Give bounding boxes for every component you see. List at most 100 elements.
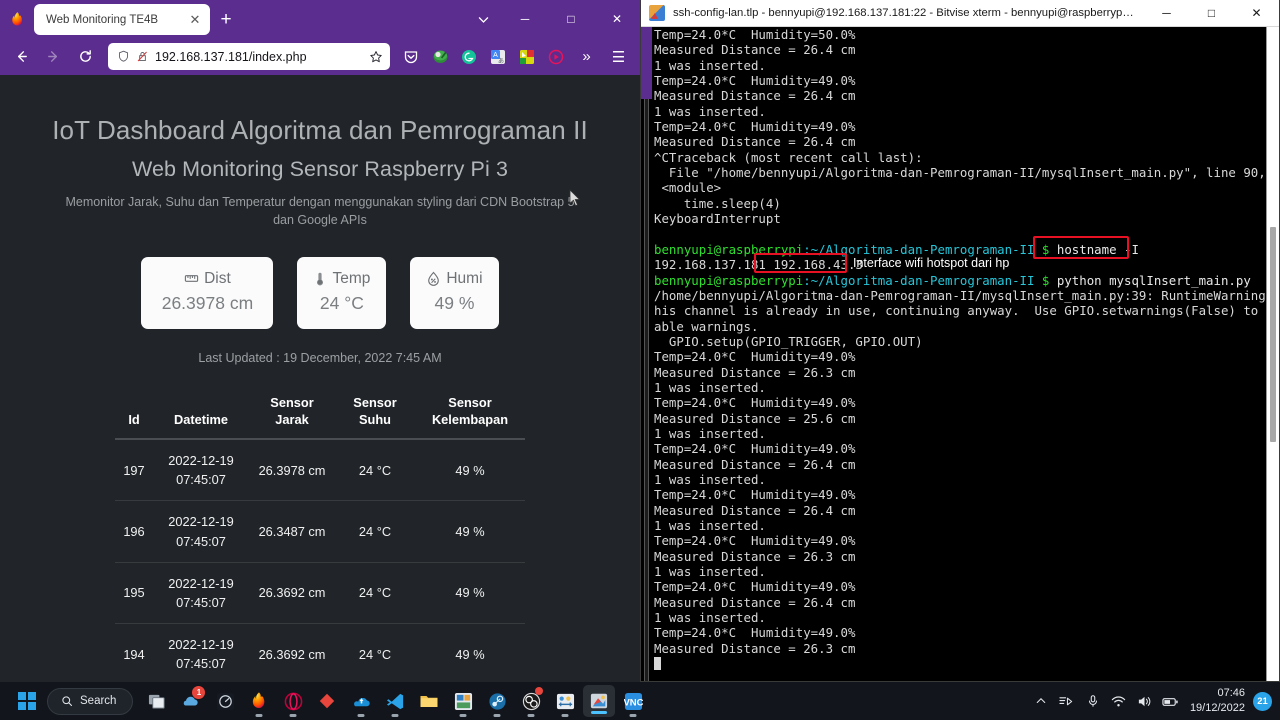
bitvise-taskbar-button[interactable] (583, 685, 615, 717)
terminal-line: 1 was inserted. (654, 472, 766, 487)
address-bar[interactable]: 192.168.137.181/index.php (108, 43, 390, 70)
battery-tray-button[interactable] (1158, 682, 1184, 720)
forward-icon[interactable] (39, 42, 68, 71)
browser-tab-title: Web Monitoring TE4B (46, 14, 180, 26)
idm-icon[interactable] (427, 42, 453, 71)
terminal-cursor (654, 657, 661, 670)
task-view-icon (148, 692, 167, 711)
firefox-taskbar-button[interactable] (242, 682, 276, 720)
terminal-line: Temp=24.0*C Humidity=49.0% (654, 579, 855, 594)
terminal-line: 1 was inserted. (654, 610, 766, 625)
google-translate-icon[interactable]: Aあ (485, 42, 511, 71)
network-icon (1059, 694, 1074, 709)
terminal-right-scrollbar[interactable] (1266, 27, 1279, 681)
search-icon (61, 695, 73, 707)
file-explorer-button[interactable] (412, 682, 446, 720)
terminal-ip-line-prefix: 192.168.137.181 (654, 257, 773, 272)
start-icon (18, 692, 36, 710)
insecure-lock-icon (136, 50, 149, 63)
pocket-icon[interactable] (398, 42, 424, 71)
minimize-button[interactable]: ─ (502, 0, 548, 38)
cell-kelembapan: 49 % (415, 624, 525, 682)
firefox-icon (249, 691, 269, 711)
diamond-app-button[interactable] (310, 682, 344, 720)
packet-tracer-button[interactable] (446, 682, 480, 720)
list-all-tabs-icon[interactable] (464, 0, 502, 38)
terminal-line: Temp=24.0*C Humidity=49.0% (654, 441, 855, 456)
terminal-left-scroll-thumb[interactable] (641, 27, 652, 99)
table-header-row: Id Datetime Sensor Jarak Sensor Suhu Sen… (115, 386, 525, 440)
sensor-card-distance-label: Dist (204, 270, 231, 288)
terminal-command-python: python mysqlInsert_main.py (1057, 273, 1251, 288)
task-view-button[interactable] (140, 682, 174, 720)
vscode-taskbar-button[interactable] (378, 682, 412, 720)
terminal-line: 1 was inserted. (654, 58, 766, 73)
terminal-minimize-button[interactable]: ─ (1144, 0, 1189, 27)
search-box[interactable]: Search (47, 688, 133, 715)
mouse-cursor (569, 189, 581, 207)
grammarly-icon[interactable] (456, 42, 482, 71)
steam-taskbar-button[interactable] (480, 682, 514, 720)
bitvise-icon (590, 692, 608, 710)
terminal-line: Temp=24.0*C Humidity=49.0% (654, 73, 855, 88)
browser-tab[interactable]: Web Monitoring TE4B ✕ (34, 4, 210, 35)
clock[interactable]: 07:46 19/12/2022 (1184, 686, 1253, 716)
sensor-card-temperature: Temp 24 °C (297, 257, 386, 329)
sensor-data-table-wrapper: Id Datetime Sensor Jarak Sensor Suhu Sen… (115, 386, 525, 682)
terminal-ip-highlight: 192.168.43.3 (773, 257, 863, 272)
terminal-scroll-thumb[interactable] (1270, 227, 1276, 442)
vnc-taskbar-button[interactable]: VNC (616, 682, 650, 720)
col-header-suhu: Sensor Suhu (335, 386, 415, 440)
volume-tray-button[interactable] (1132, 682, 1158, 720)
onedrive-taskbar-button[interactable] (344, 682, 378, 720)
close-window-button[interactable]: ✕ (594, 0, 640, 38)
close-tab-icon[interactable]: ✕ (186, 11, 204, 29)
colorzilla-icon[interactable] (514, 42, 540, 71)
maximize-button[interactable]: □ (548, 0, 594, 38)
terminal-maximize-button[interactable]: □ (1189, 0, 1234, 27)
microphone-tray-button[interactable] (1080, 682, 1106, 720)
sensor-card-temperature-label: Temp (332, 270, 370, 288)
app-menu-icon[interactable]: ☰ (604, 42, 633, 71)
cell-suhu: 24 °C (335, 624, 415, 682)
terminal-left-scrollbar[interactable] (641, 27, 652, 681)
cell-datetime: 2022-12-19 07:45:07 (153, 624, 249, 682)
vnc-icon: VNC (624, 692, 643, 711)
wifi-tray-button[interactable] (1106, 682, 1132, 720)
svg-text:A: A (493, 52, 498, 59)
steam-icon (488, 692, 507, 711)
notification-badge[interactable]: 21 (1253, 692, 1272, 711)
opera-taskbar-button[interactable] (276, 682, 310, 720)
terminal-line: able warnings. (654, 319, 758, 334)
speedometer-button[interactable] (208, 682, 242, 720)
search-label: Search (80, 695, 116, 707)
cell-id: 197 (115, 439, 153, 501)
chevron-up-icon (1035, 695, 1047, 707)
window-controls: ─ □ ✕ (464, 0, 640, 38)
sensor-card-humidity: Humi 49 % (410, 257, 498, 329)
start-button[interactable] (10, 682, 44, 720)
last-updated-text: Last Updated : 19 December, 2022 7:45 AM (40, 351, 600, 365)
weather-button[interactable]: 1 (174, 682, 208, 720)
new-tab-button[interactable]: + (210, 4, 242, 35)
multisim-taskbar-button[interactable] (548, 682, 582, 720)
back-icon[interactable] (7, 42, 36, 71)
cell-jarak: 26.3978 cm (249, 439, 335, 501)
video-downloader-icon[interactable] (543, 42, 569, 71)
reload-icon[interactable] (71, 42, 100, 71)
terminal-line: Measured Distance = 26.4 cm (654, 457, 855, 472)
network-tray-button[interactable] (1054, 682, 1080, 720)
obs-taskbar-button[interactable] (514, 682, 548, 720)
cell-jarak: 26.3692 cm (249, 624, 335, 682)
cell-datetime: 2022-12-19 07:45:07 (153, 501, 249, 562)
show-hidden-icons-button[interactable] (1028, 682, 1054, 720)
diamond-icon (318, 692, 336, 710)
col-header-datetime: Datetime (153, 386, 249, 440)
terminal-close-button[interactable]: ✕ (1234, 0, 1279, 27)
overflow-menu-icon[interactable]: » (572, 42, 601, 71)
cell-jarak: 26.3692 cm (249, 562, 335, 623)
terminal-title-text: ssh-config-lan.tlp - bennyupi@192.168.13… (673, 7, 1144, 19)
table-row: 194 2022-12-19 07:45:07 26.3692 cm 24 °C… (115, 624, 525, 682)
terminal-output[interactable]: Temp=24.0*C Humidity=50.0% Measured Dist… (652, 27, 1266, 681)
sensor-data-table: Id Datetime Sensor Jarak Sensor Suhu Sen… (115, 386, 525, 682)
